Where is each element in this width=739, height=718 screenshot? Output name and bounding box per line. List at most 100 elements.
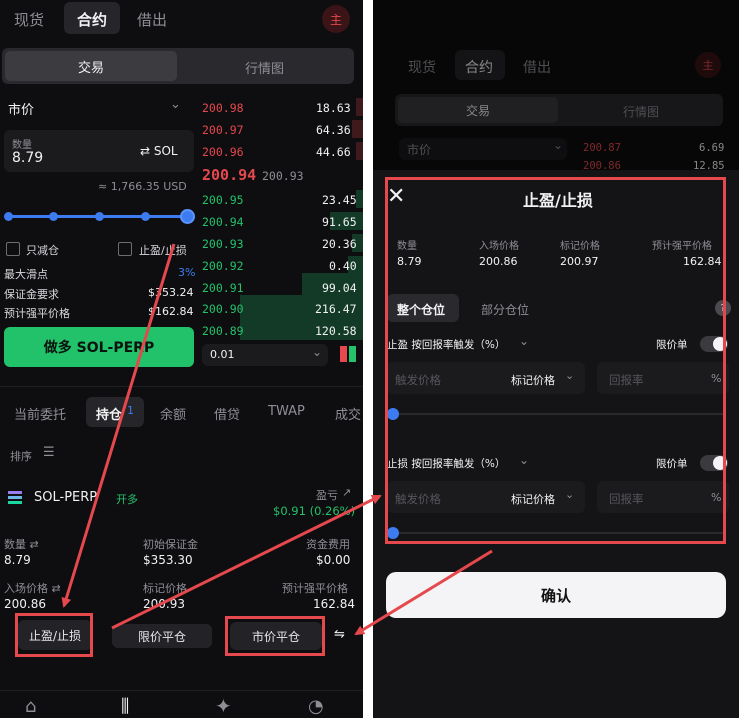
slider-step — [49, 212, 58, 221]
bid-price[interactable]: 200.89 — [202, 324, 244, 338]
pos-margin-value: $353.30 — [143, 553, 193, 567]
pnl-value: $0.91 (0.26%) — [273, 504, 356, 518]
tick-size-value: 0.01 — [210, 348, 235, 361]
solana-logo-icon — [8, 490, 22, 504]
segment-chart[interactable]: 行情图 — [245, 58, 284, 77]
divider — [0, 690, 363, 691]
limit-close-button[interactable]: 限价平仓 — [112, 624, 212, 648]
tab-lend[interactable]: 借出 — [137, 9, 167, 30]
pos-funding-label: 资金费用 — [306, 538, 350, 551]
segment-trade[interactable]: 交易 — [5, 51, 177, 81]
ask-depth-bar — [352, 120, 363, 138]
bid-price[interactable]: 200.95 — [202, 193, 244, 207]
positions-count-badge: 1 — [127, 404, 134, 417]
reverse-position-icon[interactable]: ⇋ — [334, 627, 345, 642]
ask-size: 64.36 — [316, 123, 351, 137]
usd-estimate: ≈ 1,766.35 USD — [98, 180, 187, 193]
chevron-down-icon[interactable]: ⌄ — [170, 97, 181, 112]
tp-sl-sheet-screen: 现货 合约 借出 主 交易 行情图 市价 ⌄ 200.87 6.69 200.8… — [373, 0, 739, 718]
margin-label: 保证金要求 — [4, 288, 59, 301]
tab-fills[interactable]: 成交 — [335, 404, 361, 423]
bid-price[interactable]: 200.92 — [202, 259, 244, 273]
pos-mark-value: 200.93 — [143, 597, 185, 611]
tab-borrow[interactable]: 借贷 — [214, 404, 240, 423]
bid-size: 91.65 — [322, 215, 357, 229]
confirm-button[interactable]: 确认 — [386, 572, 726, 618]
slider-step — [95, 212, 104, 221]
tp-sl-label: 止盈/止损 — [139, 244, 187, 257]
pnl-label: 盈亏 — [316, 489, 338, 502]
tab-spot[interactable]: 现货 — [14, 9, 44, 30]
slider-step — [141, 212, 150, 221]
bid-size: 120.58 — [315, 324, 357, 338]
share-icon[interactable]: ↗ — [342, 486, 351, 499]
portfolio-icon[interactable]: ◔ — [308, 696, 324, 717]
slider-handle[interactable] — [180, 209, 195, 224]
reduce-only-label: 只减仓 — [26, 244, 59, 257]
order-type-select[interactable]: 市价 — [8, 99, 34, 118]
bid-depth-bar — [356, 190, 363, 208]
tab-positions[interactable]: 持仓 — [96, 404, 122, 423]
bid-price[interactable]: 200.91 — [202, 281, 244, 295]
liq-price-label: 预计强平价格 — [4, 307, 70, 320]
avatar[interactable]: 主 — [322, 5, 350, 33]
margin-value: $353.24 — [148, 286, 194, 299]
reduce-only-checkbox[interactable] — [6, 242, 20, 256]
bid-size: 0.40 — [329, 259, 357, 273]
mark-price: 200.93 — [262, 169, 304, 183]
slippage-value[interactable]: 3% — [178, 266, 195, 279]
slider-step — [4, 212, 13, 221]
quantity-value[interactable]: 8.79 — [12, 150, 43, 166]
quantity-label: 数量 — [12, 140, 32, 151]
slippage-label: 最大滑点 — [4, 268, 48, 281]
ask-price[interactable]: 200.97 — [202, 123, 244, 137]
liq-price-value: $162.84 — [148, 305, 194, 318]
open-long-button[interactable]: 做多 SOL-PERP — [4, 327, 194, 367]
bid-price[interactable]: 200.90 — [202, 302, 244, 316]
bid-price[interactable]: 200.93 — [202, 237, 244, 251]
pos-funding-value: $0.00 — [316, 553, 351, 567]
highlight-frame — [225, 616, 325, 656]
tab-futures[interactable]: 合约 — [77, 9, 107, 30]
position-symbol[interactable]: SOL-PERP — [34, 490, 97, 505]
tab-balance[interactable]: 余额 — [160, 404, 186, 423]
trade-screen: 现货 合约 借出 主 交易 行情图 市价 ⌄ 数量 8.79 ⇄ SOL ≈ 1… — [0, 0, 363, 718]
sort-icon[interactable]: ☰ — [43, 445, 55, 460]
pos-entry-value: 200.86 — [4, 597, 46, 611]
pos-entry-label: 入场价格 ⇄ — [4, 582, 61, 595]
bid-size: 20.36 — [322, 237, 357, 251]
highlight-frame — [15, 613, 93, 657]
last-price: 200.94 — [202, 166, 257, 184]
bid-size: 216.47 — [315, 302, 357, 316]
pos-qty-label: 数量 ⇄ — [4, 538, 39, 551]
position-side-badge: 开多 — [116, 493, 138, 506]
bid-price[interactable]: 200.94 — [202, 215, 244, 229]
bid-size: 23.45 — [322, 193, 357, 207]
modal-scrim[interactable] — [373, 0, 739, 170]
chevron-down-icon: ⌄ — [312, 345, 323, 359]
ask-size: 44.66 — [316, 145, 351, 159]
pos-mark-label: 标记价格 — [143, 582, 187, 595]
quantity-unit-toggle[interactable]: ⇄ SOL — [140, 144, 178, 158]
divider — [0, 386, 363, 387]
ask-depth-bar — [356, 98, 363, 116]
sort-label[interactable]: 排序 — [10, 448, 32, 464]
ask-depth-bar — [356, 142, 363, 160]
pos-liq-value: 162.84 — [313, 597, 355, 611]
pos-qty-value: 8.79 — [4, 553, 31, 567]
tab-twap[interactable]: TWAP — [268, 404, 305, 419]
tab-open-orders[interactable]: 当前委托 — [14, 404, 66, 423]
ask-size: 18.63 — [316, 101, 351, 115]
pos-margin-label: 初始保证金 — [143, 538, 198, 551]
home-icon[interactable]: ⌂ — [25, 696, 36, 717]
tutorial-screenshot: 现货 合约 借出 主 交易 行情图 市价 ⌄ 数量 8.79 ⇄ SOL ≈ 1… — [0, 0, 739, 718]
tp-sl-checkbox[interactable] — [118, 242, 132, 256]
sparkle-icon[interactable]: ✦ — [215, 694, 232, 718]
ask-price[interactable]: 200.98 — [202, 101, 244, 115]
book-layout-icon[interactable] — [340, 346, 356, 362]
pos-liq-label: 预计强平价格 — [282, 582, 348, 595]
bid-size: 99.04 — [322, 281, 357, 295]
trade-icon[interactable]: ⫼ — [121, 696, 129, 717]
highlight-frame — [385, 177, 726, 544]
ask-price[interactable]: 200.96 — [202, 145, 244, 159]
